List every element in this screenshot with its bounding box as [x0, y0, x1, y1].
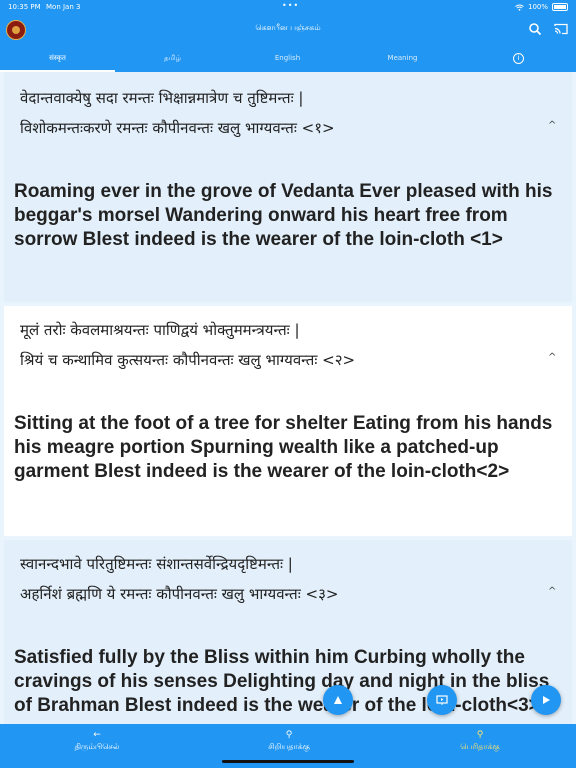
status-right: 100%: [515, 3, 568, 11]
status-time: 10:35 PM: [8, 3, 41, 11]
verse-line-1: वेदान्तवाक्येषु सदा रमन्तः भिक्षान्नमात्…: [20, 89, 304, 107]
tab-english[interactable]: English: [230, 46, 345, 72]
zoom-out-icon: ⚲: [285, 730, 293, 740]
zoom-in-button[interactable]: ⚲ பெரிதாக்கு: [443, 730, 517, 752]
verse-line-2: अहर्निशं ब्रह्मणि ये रमन्तः कौपीनवन्तः ख…: [20, 585, 339, 603]
battery-icon: [552, 3, 568, 11]
tab-sanskrit-label: संस्कृत: [49, 54, 66, 62]
tab-english-label: English: [274, 54, 301, 62]
verse-meaning: Satisfied fully by the Bliss within him …: [14, 647, 550, 716]
zoom-in-icon: ⚲: [476, 730, 484, 740]
back-label: திரும்பிசெல்: [74, 742, 120, 751]
verse-meaning: Roaming ever in the grove of Vedanta Eve…: [14, 181, 553, 250]
verse-line-2: विशोकमन्तःकरणे रमन्तः कौपीनवन्तः खलु भाग…: [20, 119, 335, 137]
chevron-up-icon[interactable]: ^: [548, 352, 556, 363]
tab-meaning-label: Meaning: [387, 54, 418, 62]
tab-bar: संस्कृत தமிழ் English Meaning i: [0, 46, 576, 72]
play-icon: [543, 696, 550, 704]
verse-line-1: स्वानन्दभावे परितुष्टिमन्तः संशान्तसर्वे…: [20, 555, 293, 573]
battery-percent: 100%: [527, 3, 548, 11]
app-title: கௌபீன பஞ்சகம்: [255, 23, 321, 32]
verse-card[interactable]: स्वानन्दभावे परितुष्टिमन्तः संशान्तसर्वे…: [4, 540, 572, 724]
presentation-icon: [436, 695, 448, 705]
verse-meaning: Sitting at the foot of a tree for shelte…: [14, 413, 553, 482]
scroll-up-button[interactable]: [323, 685, 353, 715]
verse-line-2: श्रियं च कन्थामिव कुत्सयन्तः कौपीनवन्तः …: [20, 351, 356, 369]
tab-tamil[interactable]: தமிழ்: [115, 46, 230, 72]
zoom-in-label: பெரிதாக்கு: [460, 742, 500, 751]
verse-list[interactable]: वेदान्तवाक्येषु सदा रमन्तः भिक्षान्नमात्…: [0, 72, 576, 724]
verse-card[interactable]: मूलं तरोः केवलमाश्रयन्तः पाणिद्वयं भोक्त…: [4, 306, 572, 536]
tab-tamil-label: தமிழ்: [163, 54, 182, 62]
back-button[interactable]: ← திரும்பிசெல்: [60, 730, 134, 752]
wifi-icon: [515, 4, 524, 11]
back-arrow-icon: ←: [93, 730, 101, 740]
present-button[interactable]: [427, 685, 457, 715]
home-indicator[interactable]: [222, 760, 354, 763]
play-button[interactable]: [531, 685, 561, 715]
cast-icon[interactable]: [554, 22, 568, 36]
chevron-up-icon[interactable]: ^: [548, 120, 556, 131]
multitask-dots-icon[interactable]: •••: [282, 1, 299, 10]
zoom-out-button[interactable]: ⚲ சிறியதாக்கு: [252, 730, 326, 752]
info-icon: i: [513, 52, 524, 64]
chevron-up-icon[interactable]: ^: [548, 586, 556, 597]
status-date: Mon Jan 3: [46, 3, 81, 11]
zoom-out-label: சிறியதாக்கு: [268, 742, 310, 751]
tab-sanskrit[interactable]: संस्कृत: [0, 46, 115, 72]
verse-card[interactable]: वेदान्तवाक्येषु सदा रमन्तः भिक्षान्नमात्…: [4, 72, 572, 302]
arrow-up-icon: [334, 696, 342, 704]
search-icon[interactable]: [528, 22, 542, 36]
verse-line-1: मूलं तरोः केवलमाश्रयन्तः पाणिद्वयं भोक्त…: [20, 321, 300, 339]
status-bar: 10:35 PM Mon Jan 3 ••• 100%: [0, 0, 576, 14]
app-bar: கௌபீன பஞ்சகம்: [0, 14, 576, 46]
tab-meaning[interactable]: Meaning: [345, 46, 460, 72]
tab-info[interactable]: i: [461, 46, 576, 72]
